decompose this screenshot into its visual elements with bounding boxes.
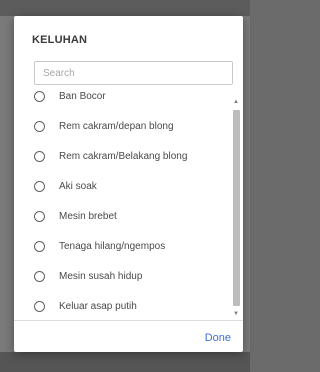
option-label: Aki soak [59, 180, 97, 192]
option-aki-soak[interactable]: Aki soak [34, 171, 224, 201]
option-label: Rem cakram/depan blong [59, 120, 174, 132]
radio-unchecked-icon[interactable] [34, 270, 45, 282]
backdrop-top-bar [0, 0, 250, 16]
done-button[interactable]: Done [205, 332, 231, 344]
option-tenaga-hilang[interactable]: Tenaga hilang/ngempos [34, 231, 224, 261]
radio-unchecked-icon[interactable] [34, 180, 45, 192]
backdrop-bottom-bar [0, 352, 250, 372]
down-arrow-icon[interactable]: ▼ [233, 310, 239, 318]
radio-unchecked-icon[interactable] [34, 150, 45, 162]
radio-unchecked-icon[interactable] [34, 240, 45, 252]
options-list[interactable]: Ban Bocor Rem cakram/depan blong Rem cak… [14, 88, 243, 320]
options-scrollbar[interactable]: ▲ ▼ [232, 88, 240, 320]
radio-unchecked-icon[interactable] [34, 210, 45, 222]
dialog-title: KELUHAN [32, 34, 88, 46]
option-mesin-susah-hidup[interactable]: Mesin susah hidup [34, 261, 224, 291]
option-label: Keluar asap putih [59, 300, 137, 312]
option-rem-cakram-depan-blong[interactable]: Rem cakram/depan blong [34, 111, 224, 141]
keluhan-dialog: KELUHAN Ban Bocor Rem cakram/depan blong… [14, 16, 243, 352]
radio-unchecked-icon[interactable] [34, 120, 45, 132]
footer-divider [14, 320, 243, 321]
option-rem-cakram-belakang-blong[interactable]: Rem cakram/Belakang blong [34, 141, 224, 171]
option-label: Rem cakram/Belakang blong [59, 150, 188, 162]
radio-unchecked-icon[interactable] [34, 90, 45, 102]
scrollbar-thumb[interactable] [233, 110, 240, 306]
up-arrow-icon[interactable]: ▲ [233, 98, 239, 106]
radio-unchecked-icon[interactable] [34, 300, 45, 312]
option-mesin-brebet[interactable]: Mesin brebet [34, 201, 224, 231]
option-ban-bocor[interactable]: Ban Bocor [34, 88, 224, 111]
option-keluar-asap-putih[interactable]: Keluar asap putih [34, 291, 224, 320]
search-input[interactable] [34, 61, 233, 85]
option-label: Tenaga hilang/ngempos [59, 240, 166, 252]
option-label: Mesin susah hidup [59, 270, 143, 282]
option-label: Ban Bocor [59, 90, 106, 102]
option-label: Mesin brebet [59, 210, 117, 222]
